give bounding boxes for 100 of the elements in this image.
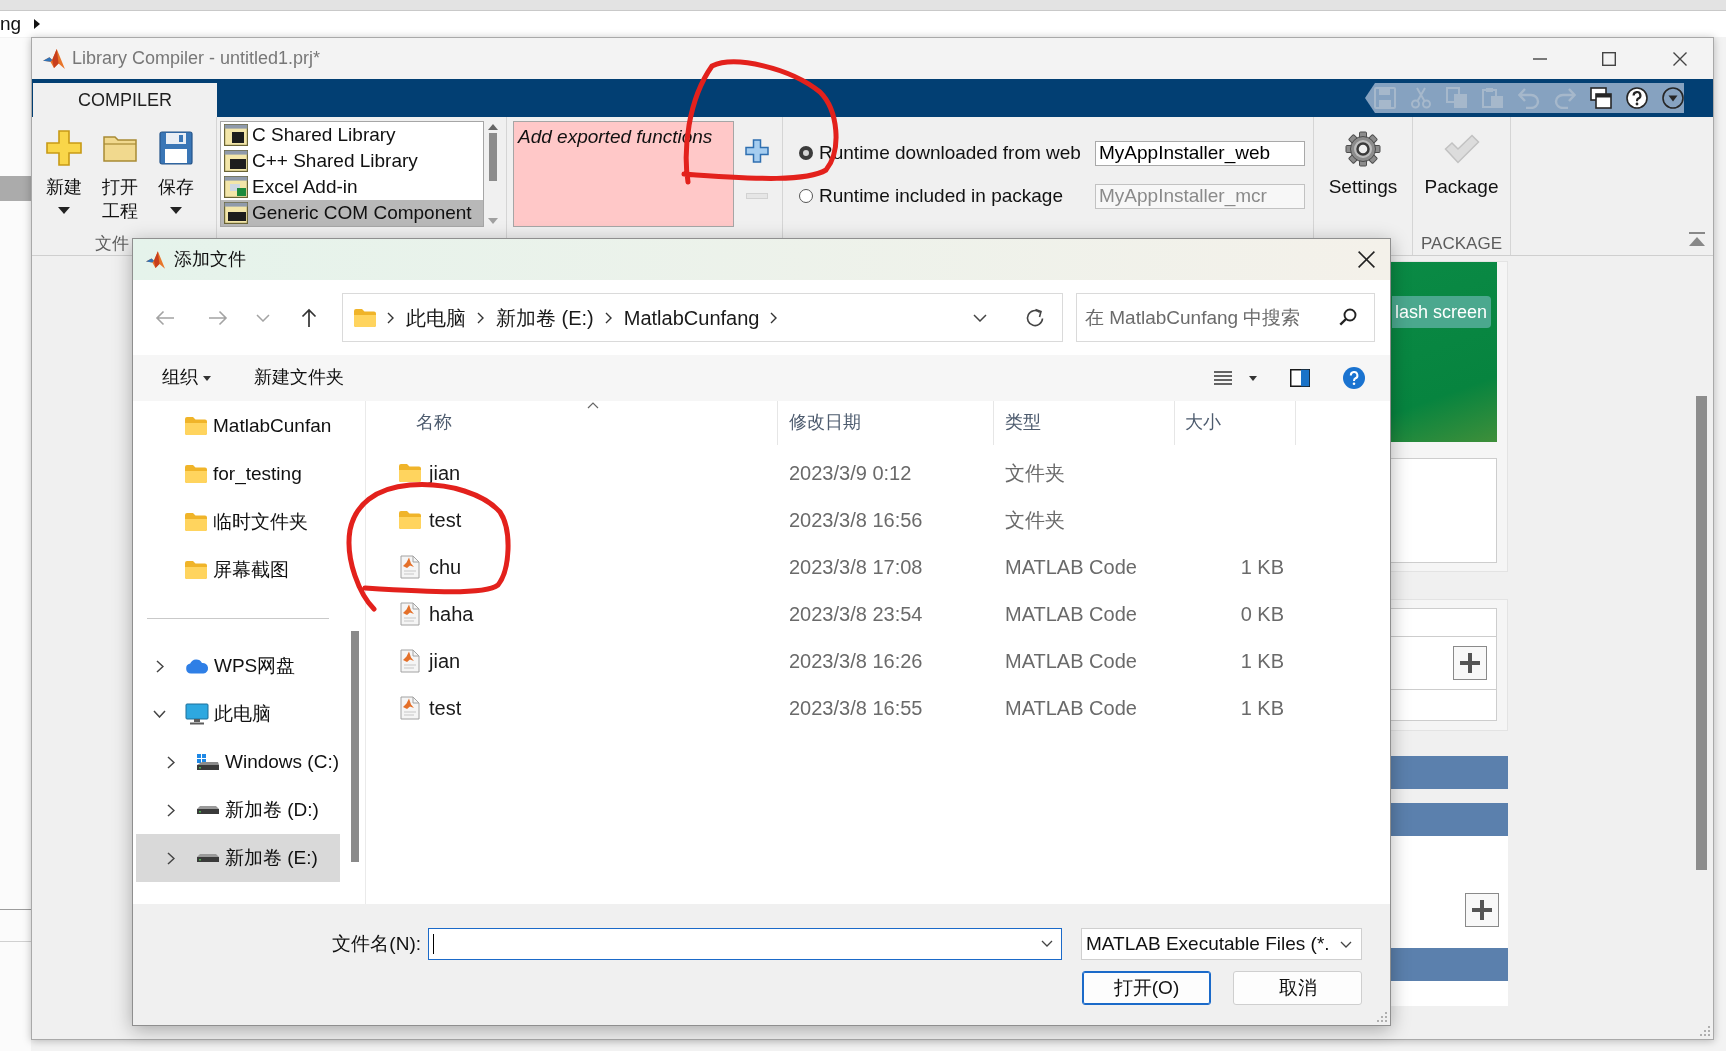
minimize-icon[interactable]	[1533, 57, 1547, 60]
chevron-right-icon[interactable]	[387, 311, 394, 324]
caret-down-icon[interactable]	[58, 207, 70, 214]
column-header[interactable]: 类型	[994, 401, 1175, 445]
file-name[interactable]: test	[429, 695, 462, 720]
scrollbar-thumb[interactable]	[489, 133, 497, 181]
file-size: 1 KB	[1240, 695, 1284, 720]
list-item[interactable]: C++ Shared Library	[221, 148, 483, 174]
code-file-icon	[400, 695, 420, 720]
sort-caret-icon[interactable]	[586, 402, 599, 409]
list-item[interactable]: C Shared Library	[221, 122, 483, 148]
plus-icon[interactable]	[745, 139, 769, 163]
scroll-up-icon[interactable]	[488, 124, 498, 130]
file-name[interactable]: test	[429, 507, 462, 532]
search-icon[interactable]	[1339, 308, 1357, 326]
organize-menu[interactable]: 组织	[162, 367, 211, 389]
caret-down-icon[interactable]	[1249, 375, 1257, 381]
column-header[interactable]: 名称	[366, 401, 778, 445]
nav-item[interactable]: 屏幕截图	[136, 546, 340, 594]
breadcrumb-item[interactable]: MatlabCunfang	[623, 305, 760, 330]
modified-date: 2023/3/9 0:12	[789, 461, 912, 484]
file-name[interactable]: haha	[429, 601, 474, 626]
chevron-right-icon[interactable]	[770, 311, 778, 324]
ribbon-tab[interactable]: COMPILER	[33, 83, 217, 117]
caret-down-icon[interactable]	[170, 207, 182, 214]
file-name[interactable]: jian	[429, 648, 461, 673]
file-type-dropdown[interactable]: MATLAB Executable Files (*.	[1081, 928, 1362, 960]
open-project-button[interactable]: 打开工程	[92, 117, 148, 233]
nav-item[interactable]: MatlabCunfan	[136, 402, 340, 450]
new-folder-button[interactable]: 新建文件夹	[254, 367, 344, 389]
plus-icon	[46, 130, 82, 166]
scrollbar-thumb[interactable]	[350, 631, 359, 862]
code-file-icon	[400, 648, 420, 673]
file-type: 文件夹	[1005, 508, 1065, 531]
app-window-icon	[224, 176, 248, 198]
chevron-right-icon[interactable]	[477, 311, 484, 324]
chevron-down-icon[interactable]	[1041, 940, 1053, 947]
preview-pane-icon[interactable]	[1290, 369, 1310, 387]
list-item[interactable]: Generic COM Component	[221, 200, 483, 226]
new-button[interactable]: 新建	[36, 117, 92, 233]
overlapping-windows-icon[interactable]	[1590, 87, 1612, 109]
chevron-right-icon[interactable]	[166, 851, 175, 865]
nav-item[interactable]: 新加卷 (E:)	[136, 834, 340, 882]
file-type: MATLAB Code	[1005, 696, 1137, 719]
add-button[interactable]	[1453, 646, 1487, 680]
refresh-icon[interactable]	[1025, 307, 1045, 328]
nav-item[interactable]: WPS网盘	[136, 642, 340, 690]
package-button[interactable]: Package	[1413, 117, 1510, 233]
open-button[interactable]: 打开(O)	[1082, 971, 1211, 1005]
breadcrumb-text[interactable]: ng	[0, 11, 22, 37]
add-button[interactable]	[1465, 893, 1499, 927]
chevron-right-icon[interactable]	[166, 755, 175, 769]
code-file-icon	[400, 601, 420, 626]
save-button[interactable]: 保存	[148, 117, 204, 233]
chevron-right-icon[interactable]	[166, 803, 175, 817]
circle-caret-icon[interactable]	[1662, 87, 1684, 109]
app-window-icon	[224, 202, 248, 224]
column-header[interactable]: 大小	[1175, 401, 1296, 445]
resize-grip-icon[interactable]	[1377, 1012, 1387, 1022]
list-item[interactable]: Excel Add-in	[221, 174, 483, 200]
cloud-icon	[185, 658, 209, 674]
list-view-icon[interactable]	[1214, 371, 1232, 385]
monitor-icon	[185, 703, 209, 725]
close-icon[interactable]	[1358, 251, 1375, 268]
cancel-button[interactable]: 取消	[1233, 971, 1362, 1005]
nav-item[interactable]: Windows (C:)	[136, 738, 340, 786]
caret-right-icon[interactable]	[34, 19, 41, 29]
breadcrumb-item[interactable]: 新加卷 (E:)	[496, 305, 594, 330]
section-label: 文件	[94, 233, 130, 255]
breadcrumb-item[interactable]: 此电脑	[406, 305, 466, 330]
chevron-right-icon[interactable]	[155, 659, 164, 673]
arrow-up-icon[interactable]	[301, 307, 317, 328]
address-bar[interactable]: 此电脑 新加卷 (E:) MatlabCunfang	[342, 293, 1063, 342]
nav-item[interactable]: 此电脑	[136, 690, 340, 738]
scrollbar-thumb[interactable]	[1696, 396, 1707, 870]
caret-down-icon	[203, 375, 211, 381]
close-icon[interactable]	[1673, 51, 1687, 66]
chevron-right-icon[interactable]	[604, 311, 612, 324]
resize-grip-icon[interactable]	[1700, 1026, 1710, 1036]
folder-icon	[103, 134, 137, 162]
settings-button[interactable]: Settings	[1314, 117, 1412, 233]
file-name[interactable]: chu	[429, 554, 462, 579]
chevron-down-icon[interactable]	[153, 710, 166, 718]
search-field[interactable]: 在 MatlabCunfang 中搜索	[1076, 293, 1375, 342]
file-size: 1 KB	[1240, 648, 1284, 673]
installer-name-field[interactable]: MyAppInstaller_web	[1095, 140, 1305, 166]
filename-field[interactable]	[428, 928, 1062, 960]
column-header[interactable]: 修改日期	[778, 401, 994, 445]
maximize-icon[interactable]	[1602, 51, 1616, 66]
help-icon[interactable]	[1626, 87, 1648, 109]
nav-item[interactable]: for_testing	[136, 450, 340, 498]
app-logo-icon	[146, 250, 165, 269]
chevron-down-icon[interactable]	[973, 313, 987, 322]
radio-button[interactable]	[799, 146, 813, 160]
file-type: MATLAB Code	[1005, 602, 1137, 625]
collapse-icon[interactable]	[1689, 232, 1705, 246]
file-name[interactable]: jian	[429, 460, 461, 485]
nav-item[interactable]: 新加卷 (D:)	[136, 786, 340, 834]
nav-item[interactable]: 临时文件夹	[136, 498, 340, 546]
file-type: 文件夹	[1005, 461, 1065, 484]
